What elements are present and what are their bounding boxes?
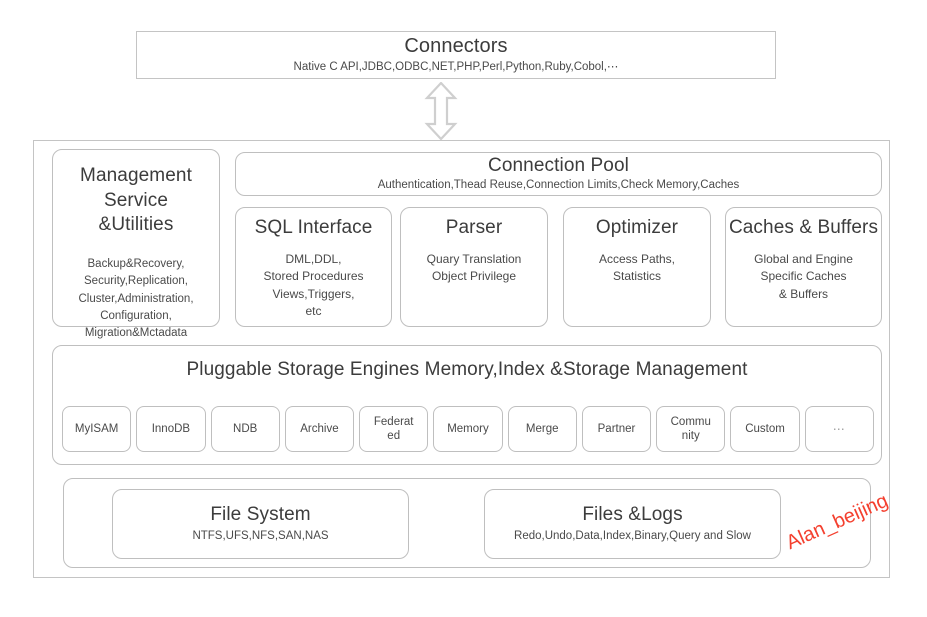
optimizer-box: Optimizer Access Paths, Statistics bbox=[563, 207, 711, 327]
management-service-details: Backup&Recovery, Security,Replication, C… bbox=[78, 256, 193, 342]
pluggable-storage-engines-box: Pluggable Storage Engines Memory,Index &… bbox=[52, 345, 882, 465]
engine-item[interactable]: Commu nity bbox=[656, 406, 726, 452]
caches-buffers-details: Global and Engine Specific Caches & Buffer… bbox=[754, 251, 853, 301]
engine-item[interactable]: Memory bbox=[433, 406, 503, 452]
connectors-subtitle: Native C API,JDBC,ODBC,NET,PHP,Perl,Pyth… bbox=[293, 60, 619, 73]
management-detail-line-1: Backup&Recovery, bbox=[87, 258, 185, 271]
engine-item[interactable]: Custom bbox=[730, 406, 800, 452]
caches-buffers-box: Caches & Buffers Global and Engine Specif… bbox=[725, 207, 882, 327]
connection-pool-subtitle: Authentication,Thead Reuse,Connection Li… bbox=[377, 178, 740, 191]
management-detail-line-5: Migration&Mctadata bbox=[84, 327, 188, 340]
file-layer-container: File System NTFS,UFS,NFS,SAN,NAS Files &… bbox=[63, 478, 871, 568]
caches-buffers-title: Caches & Buffers bbox=[728, 217, 879, 238]
engine-item[interactable]: InnoDB bbox=[136, 406, 206, 452]
connection-pool-title: Connection Pool bbox=[488, 154, 629, 176]
optimizer-title: Optimizer bbox=[595, 217, 679, 238]
engine-item[interactable]: Merge bbox=[507, 406, 577, 452]
management-title-line-1: Management bbox=[80, 165, 192, 186]
double-headed-vertical-arrow-icon bbox=[424, 81, 458, 141]
file-system-title: File System bbox=[210, 503, 311, 525]
optimizer-details: Access Paths, Statistics bbox=[598, 251, 676, 284]
connection-pool-box: Connection Pool Authentication,Thead Reu… bbox=[235, 152, 882, 196]
management-service-title: Management Service &Utilities bbox=[80, 164, 192, 238]
storage-engines-title: Pluggable Storage Engines Memory,Index &… bbox=[186, 359, 748, 380]
engine-item[interactable]: Federat ed bbox=[359, 406, 429, 452]
management-title-line-2: Service bbox=[103, 189, 169, 211]
management-title-line-3: &Utilities bbox=[98, 214, 174, 236]
management-service-box: Management Service &Utilities Backup&Rec… bbox=[52, 149, 220, 339]
parser-title: Parser bbox=[445, 217, 503, 238]
engine-item[interactable]: MyISAM bbox=[62, 406, 132, 452]
connectors-title: Connectors bbox=[404, 34, 508, 57]
management-detail-line-2: Security,Replication, bbox=[84, 275, 188, 288]
file-system-box: File System NTFS,UFS,NFS,SAN,NAS bbox=[112, 489, 409, 559]
files-logs-title: Files &Logs bbox=[582, 503, 683, 525]
sql-interface-title: SQL Interface bbox=[254, 217, 373, 238]
parser-details: Quary Translation Object Privilege bbox=[426, 251, 522, 284]
file-system-subtitle: NTFS,UFS,NFS,SAN,NAS bbox=[192, 529, 329, 542]
connectors-box: Connectors Native C API,JDBC,ODBC,NET,PH… bbox=[136, 31, 776, 79]
engine-item[interactable]: NDB bbox=[210, 406, 280, 452]
management-detail-line-4: Configuration, bbox=[100, 309, 172, 322]
parser-box: Parser Quary Translation Object Privilege bbox=[400, 207, 548, 327]
files-logs-subtitle: Redo,Undo,Data,Index,Binary,Query and Sl… bbox=[514, 529, 751, 542]
storage-engine-list: MyISAM InnoDB NDB Archive Federat ed Memo… bbox=[58, 406, 878, 452]
engine-item[interactable]: Archive bbox=[284, 406, 355, 452]
engine-item-more[interactable]: ⋯ bbox=[804, 406, 874, 452]
management-detail-line-3: Cluster,Administration, bbox=[78, 292, 194, 305]
sql-interface-details: DML,DDL, Stored Procedures Views,Triggers,… bbox=[263, 251, 364, 319]
files-logs-box: Files &Logs Redo,Undo,Data,Index,Binary,… bbox=[484, 489, 781, 559]
engine-item[interactable]: Partner bbox=[581, 406, 652, 452]
sql-interface-box: SQL Interface DML,DDL, Stored Procedures V… bbox=[235, 207, 392, 327]
